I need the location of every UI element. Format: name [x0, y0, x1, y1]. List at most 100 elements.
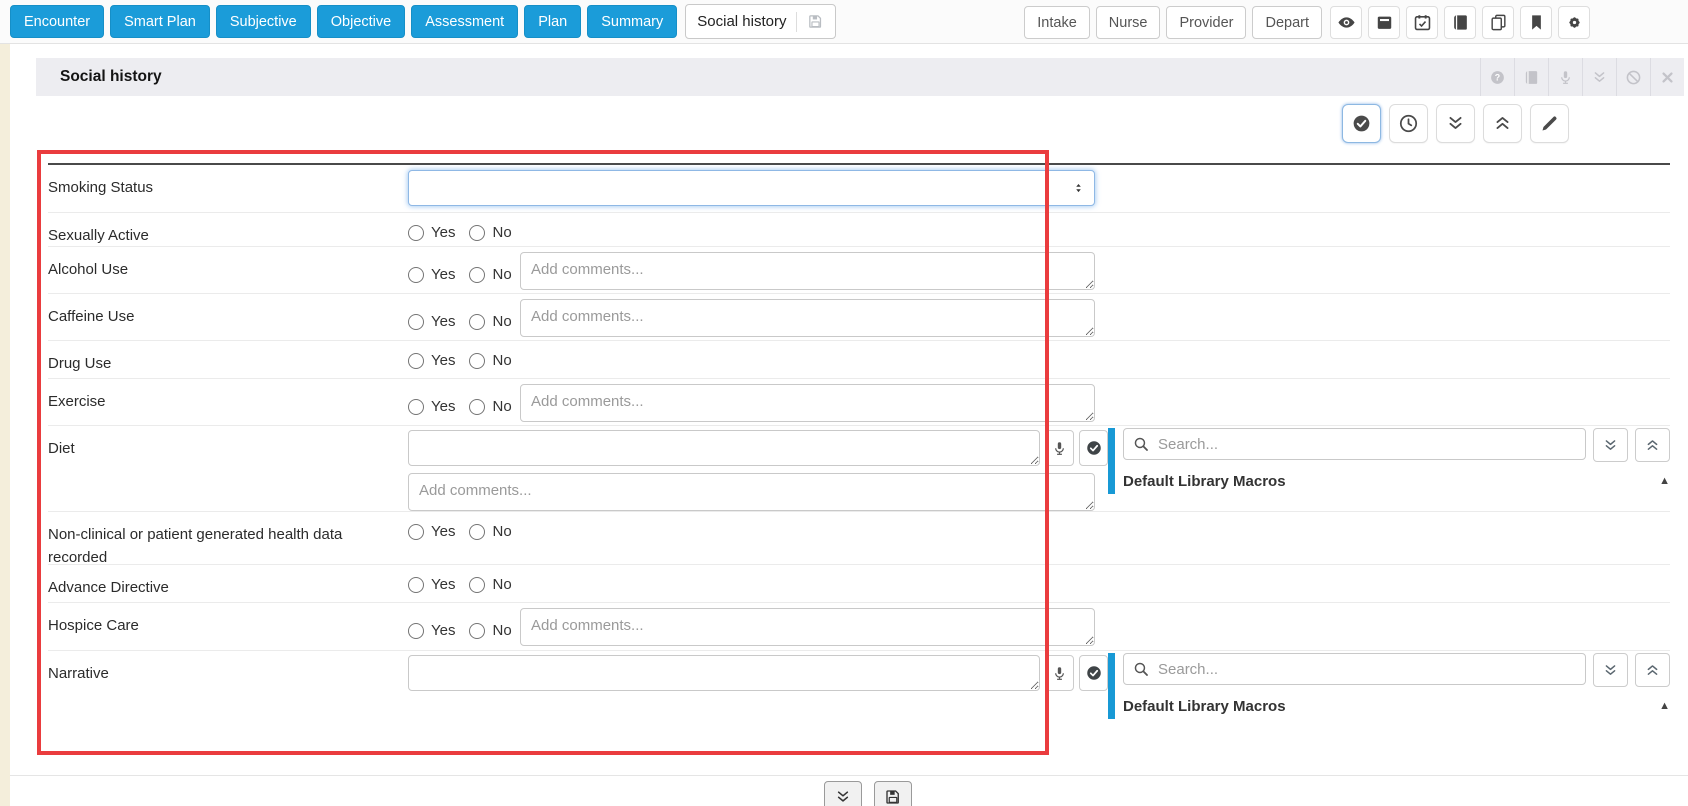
- save-icon: [886, 790, 899, 804]
- field-controls: Yes No: [408, 294, 1670, 340]
- smoking-status-select[interactable]: [408, 170, 1095, 206]
- nav-button-smart-plan[interactable]: Smart Plan: [110, 5, 210, 38]
- mic-button[interactable]: [1045, 430, 1074, 466]
- stage-button-depart[interactable]: Depart: [1252, 6, 1322, 39]
- radio-label: Yes: [431, 313, 456, 330]
- chevron-double-down-button[interactable]: [1582, 58, 1616, 96]
- close-button[interactable]: [1650, 58, 1684, 96]
- bookmark-button[interactable]: [1520, 6, 1552, 39]
- chevron-double-down-icon: [1594, 71, 1605, 82]
- radio-option-yes: Yes: [408, 266, 455, 283]
- field-controls: [408, 426, 1670, 511]
- form-row-sexually-active: Sexually Active Yes No: [48, 212, 1670, 246]
- field-controls: Yes No: [408, 341, 1670, 378]
- chevron-double-down-icon: [837, 791, 849, 802]
- form-row-non-clinical-or-patient-generated-health-data-recorded: Non-clinical or patient generated health…: [48, 511, 1670, 566]
- nav-button-objective[interactable]: Objective: [316, 5, 406, 38]
- field-label: Sexually Active: [48, 227, 149, 244]
- pencil-icon: [1542, 116, 1557, 131]
- calendar-check-button[interactable]: [1406, 6, 1438, 39]
- radio-option-yes: Yes: [408, 523, 455, 540]
- check-button[interactable]: [1079, 430, 1108, 466]
- form-row-narrative: NarrativeDefault Library Macros▲: [48, 650, 1670, 719]
- copy-button[interactable]: [1482, 6, 1514, 39]
- exercise-comments-textarea[interactable]: [520, 384, 1095, 422]
- radio-label: Yes: [431, 352, 456, 369]
- radio-yes[interactable]: [408, 313, 424, 330]
- tab-social-history[interactable]: Social history: [685, 4, 837, 39]
- radio-label: No: [492, 224, 512, 241]
- field-label: Hospice Care: [48, 617, 139, 634]
- nav-button-assessment[interactable]: Assessment: [411, 5, 519, 38]
- save-icon[interactable]: [807, 13, 824, 30]
- field-label: Narrative: [48, 665, 109, 682]
- radio-yes[interactable]: [408, 266, 424, 283]
- eye-button[interactable]: [1330, 6, 1362, 39]
- radio-yes[interactable]: [408, 622, 424, 639]
- tab-social-history-label: Social history: [697, 13, 787, 30]
- radio-no[interactable]: [469, 224, 486, 241]
- pencil-button[interactable]: [1530, 104, 1569, 143]
- radio-no[interactable]: [469, 313, 486, 330]
- stage-button-provider[interactable]: Provider: [1166, 6, 1247, 39]
- field-label: Advance Directive: [48, 579, 169, 596]
- yes-no-radio-group: Yes No: [408, 576, 1670, 593]
- radio-label: No: [492, 266, 512, 283]
- diet-input-textarea[interactable]: [408, 430, 1040, 466]
- radio-no[interactable]: [469, 266, 486, 283]
- stage-button-intake[interactable]: Intake: [1024, 6, 1090, 39]
- save-button[interactable]: [874, 781, 912, 806]
- archive-button[interactable]: [1368, 6, 1400, 39]
- book-button[interactable]: [1514, 58, 1548, 96]
- mic-icon: [1055, 441, 1064, 455]
- help-button[interactable]: ?: [1480, 58, 1514, 96]
- radio-no[interactable]: [469, 523, 486, 540]
- help-icon: ?: [1491, 70, 1504, 84]
- radio-no[interactable]: [469, 576, 486, 593]
- chevron-double-up-icon: [1496, 116, 1509, 129]
- stage-button-nurse[interactable]: Nurse: [1095, 6, 1161, 39]
- yes-no-radio-group: Yes No: [408, 352, 1670, 369]
- chevron-double-down-button[interactable]: [824, 781, 862, 806]
- radio-no[interactable]: [469, 622, 486, 639]
- field-controls: Yes No: [408, 512, 1670, 564]
- field-controls: Yes No: [408, 565, 1670, 602]
- nav-button-summary[interactable]: Summary: [587, 5, 678, 38]
- narrative-input-textarea[interactable]: [408, 655, 1040, 691]
- nav-button-encounter[interactable]: Encounter: [10, 5, 105, 38]
- mic-button[interactable]: [1548, 58, 1582, 96]
- check-button[interactable]: [1079, 655, 1108, 691]
- hospice-care-comments-textarea[interactable]: [520, 608, 1095, 646]
- radio-yes[interactable]: [408, 398, 424, 415]
- radio-no[interactable]: [469, 398, 486, 415]
- check-circle-button[interactable]: [1342, 104, 1381, 143]
- alcohol-use-comments-textarea[interactable]: [520, 252, 1095, 290]
- radio-yes[interactable]: [408, 576, 424, 593]
- radio-option-no: No: [469, 352, 512, 369]
- calendar-check-icon: [1414, 15, 1430, 31]
- radio-label: Yes: [431, 576, 456, 593]
- radio-yes[interactable]: [408, 523, 424, 540]
- radio-yes[interactable]: [408, 352, 424, 369]
- chevron-double-down-icon: [1449, 116, 1462, 129]
- chevron-double-up-button[interactable]: [1483, 104, 1522, 143]
- text-input-line: [408, 655, 1670, 691]
- field-label: Exercise: [48, 393, 106, 410]
- nav-button-plan[interactable]: Plan: [524, 5, 582, 38]
- eye-icon: [1337, 17, 1355, 28]
- book-button[interactable]: [1444, 6, 1476, 39]
- radio-label: Yes: [431, 523, 456, 540]
- radio-no[interactable]: [469, 352, 486, 369]
- radio-yes[interactable]: [408, 224, 424, 241]
- clock-button[interactable]: [1389, 104, 1428, 143]
- caffeine-use-comments-textarea[interactable]: [520, 299, 1095, 337]
- field-controls: Yes No: [408, 379, 1670, 425]
- radio-option-yes: Yes: [408, 352, 455, 369]
- block-button[interactable]: [1616, 58, 1650, 96]
- chevron-double-down-button[interactable]: [1436, 104, 1475, 143]
- gear-button[interactable]: [1558, 6, 1590, 39]
- mic-button[interactable]: [1045, 655, 1074, 691]
- nav-button-subjective[interactable]: Subjective: [215, 5, 311, 38]
- copy-icon: [1490, 14, 1506, 31]
- diet-comments-textarea[interactable]: [408, 473, 1095, 511]
